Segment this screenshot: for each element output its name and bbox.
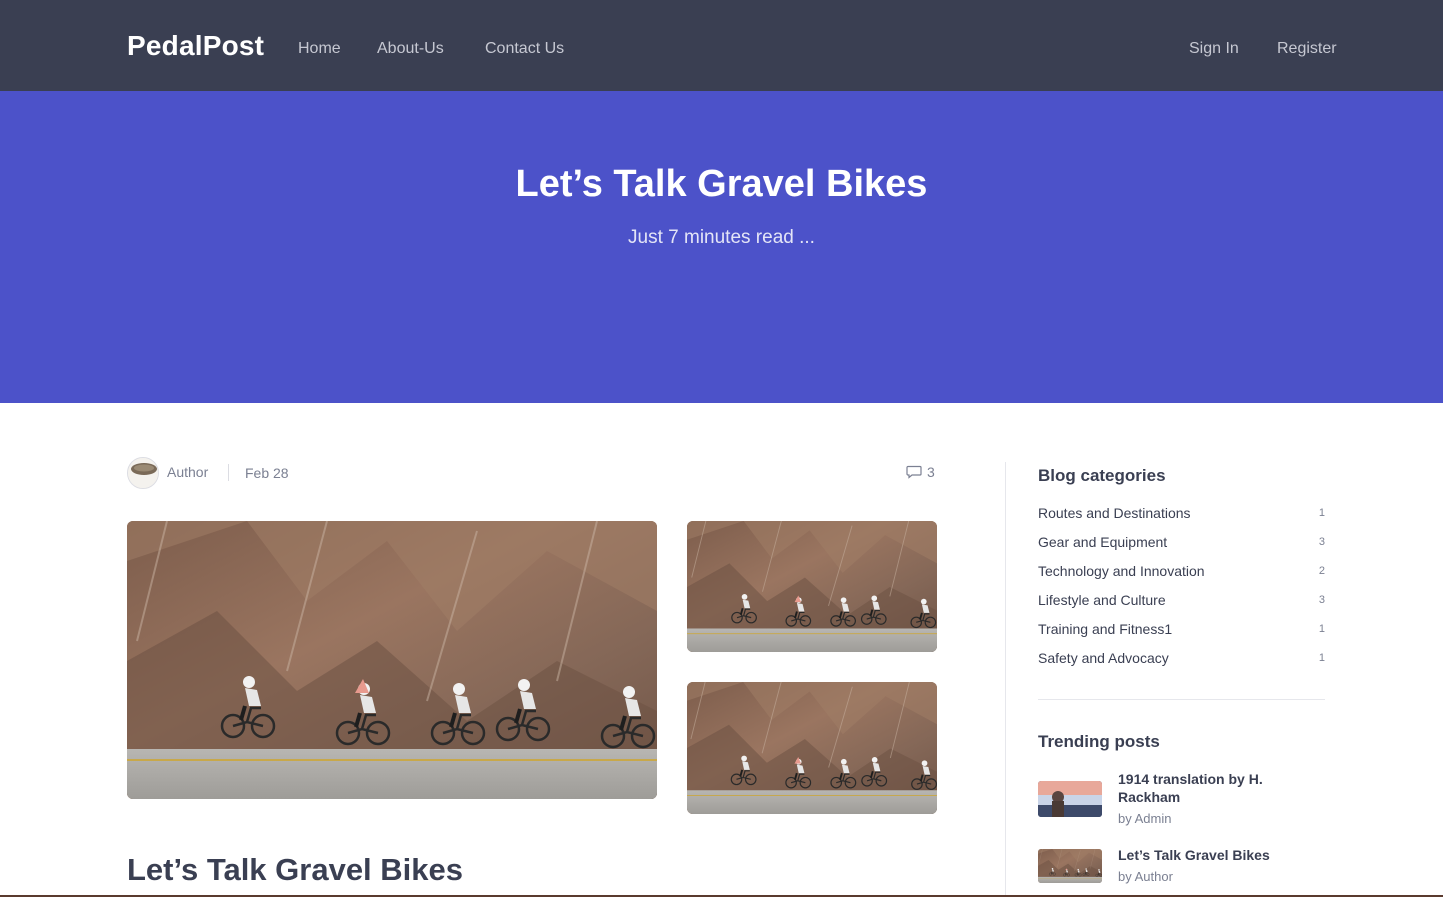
nav-contact-link[interactable]: Contact Us xyxy=(485,40,564,58)
register-link[interactable]: Register xyxy=(1277,40,1337,58)
category-name: Safety and Advocacy xyxy=(1038,650,1169,666)
trending-thumbnail[interactable] xyxy=(1038,849,1102,883)
category-safety-and-advocacy[interactable]: Safety and Advocacy 1 xyxy=(1038,650,1325,672)
category-name: Lifestyle and Culture xyxy=(1038,592,1166,608)
post-date: Feb 28 xyxy=(245,465,289,481)
trending-title[interactable]: Let’s Talk Gravel Bikes xyxy=(1118,846,1288,864)
gallery-image-2[interactable] xyxy=(687,682,937,814)
sidebar-divider xyxy=(1005,462,1006,897)
category-technology-and-innovation[interactable]: Technology and Innovation 2 xyxy=(1038,563,1325,585)
trending-byline: by Author xyxy=(1118,869,1173,884)
category-routes-and-destinations[interactable]: Routes and Destinations 1 xyxy=(1038,505,1325,527)
comment-icon xyxy=(906,465,922,479)
blog-categories-heading: Blog categories xyxy=(1038,466,1166,485)
category-name: Training and Fitness1 xyxy=(1038,621,1173,637)
trending-thumbnail[interactable] xyxy=(1038,781,1102,817)
comments-link[interactable]: 3 xyxy=(906,464,935,480)
category-name: Routes and Destinations xyxy=(1038,505,1191,521)
hero-subtitle: Just 7 minutes read ... xyxy=(628,227,815,248)
featured-image-main[interactable] xyxy=(127,521,657,799)
nav-about-link[interactable]: About-Us xyxy=(377,40,444,58)
category-count: 1 xyxy=(1318,623,1325,635)
comment-count: 3 xyxy=(927,464,935,480)
trending-posts-heading: Trending posts xyxy=(1038,732,1160,751)
trending-title[interactable]: 1914 translation by H. Rackham xyxy=(1118,770,1288,806)
avatar-image xyxy=(128,458,158,488)
sign-in-link[interactable]: Sign In xyxy=(1189,40,1239,58)
category-name: Gear and Equipment xyxy=(1038,534,1168,550)
category-count: 1 xyxy=(1318,652,1325,664)
brand-logo[interactable]: PedalPost xyxy=(127,30,264,62)
category-training-and-fitness[interactable]: Training and Fitness1 1 xyxy=(1038,621,1325,643)
category-count: 1 xyxy=(1318,507,1325,519)
post-title: Let’s Talk Gravel Bikes xyxy=(127,852,464,887)
nav-home-link[interactable]: Home xyxy=(298,40,341,58)
category-gear-and-equipment[interactable]: Gear and Equipment 3 xyxy=(1038,534,1325,556)
meta-divider xyxy=(228,464,229,481)
category-name: Technology and Innovation xyxy=(1038,563,1205,579)
top-navbar: PedalPost Home About-Us Contact Us Sign … xyxy=(0,0,1443,91)
category-count: 3 xyxy=(1318,594,1325,606)
category-count: 3 xyxy=(1318,536,1325,548)
trending-post-2[interactable]: Let’s Talk Gravel Bikes by Author xyxy=(1038,846,1325,890)
post-author[interactable]: Author xyxy=(167,464,208,480)
sidebar-rule xyxy=(1038,699,1325,700)
category-count: 2 xyxy=(1318,565,1325,577)
gallery-image-1[interactable] xyxy=(687,521,937,652)
category-lifestyle-and-culture[interactable]: Lifestyle and Culture 3 xyxy=(1038,592,1325,614)
trending-post-1[interactable]: 1914 translation by H. Rackham by Admin xyxy=(1038,770,1325,830)
trending-byline: by Admin xyxy=(1118,811,1172,826)
hero-banner: Let’s Talk Gravel Bikes Just 7 minutes r… xyxy=(0,91,1443,403)
author-avatar[interactable] xyxy=(127,457,159,489)
hero-title: Let’s Talk Gravel Bikes xyxy=(515,163,928,205)
